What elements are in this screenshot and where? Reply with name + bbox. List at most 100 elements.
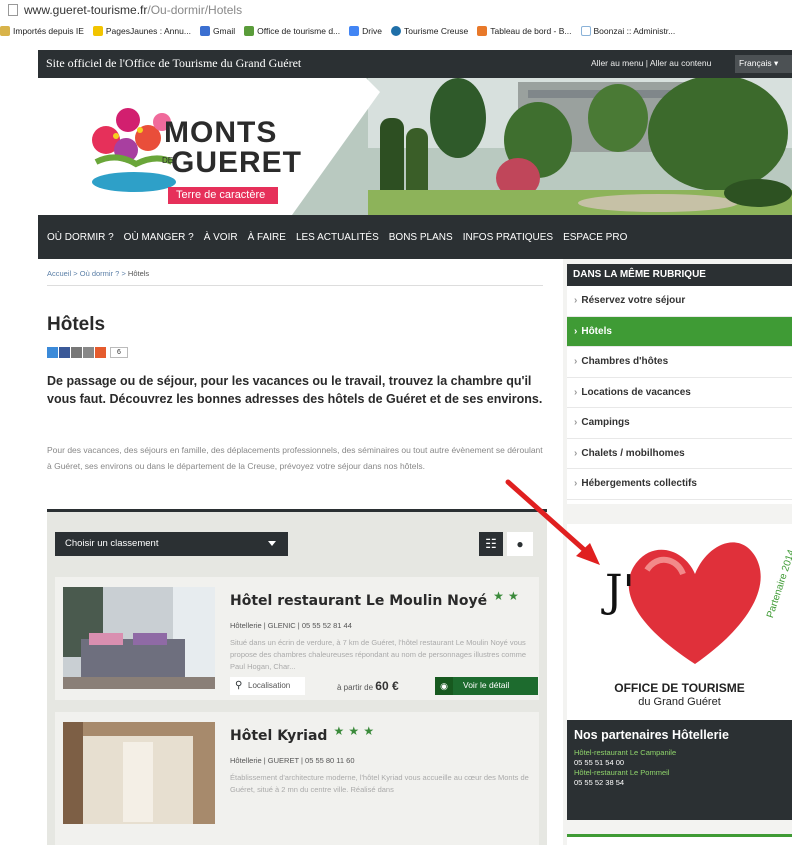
promo-j: J' (605, 566, 635, 617)
sidebar-item-reservez[interactable]: › Réservez votre séjour (567, 286, 792, 317)
nav-ou-dormir[interactable]: OÙ DORMIR ? (47, 232, 114, 243)
map-pin-icon[interactable]: ● (507, 532, 533, 556)
address-bar[interactable]: www.gueret-tourisme.fr/Ou-dormir/Hotels (0, 0, 792, 20)
hotel-meta: Hôtellerie | GUERET | 05 55 80 11 60 (230, 756, 355, 765)
url-domain: www.gueret-tourisme.fr (24, 3, 148, 17)
bookmarks-bar: Importés depuis IE PagesJaunes : Annu...… (0, 20, 792, 42)
share-plus-icon[interactable] (95, 347, 106, 358)
nav-infos-pratiques[interactable]: INFOS PRATIQUES (463, 232, 553, 243)
language-select[interactable]: Français ▾ (735, 55, 792, 73)
partner-name[interactable]: Hôtel-restaurant Le Pommeil (574, 768, 785, 778)
page-content: Accueil > Où dormir ? > Hôtels Hôtels 6 … (38, 259, 792, 845)
bookmark-item[interactable]: Gmail (199, 26, 235, 36)
sidebar-item-chalets[interactable]: › Chalets / mobilhomes (567, 439, 792, 469)
bookmark-item[interactable]: Office de tourisme d... (244, 26, 340, 36)
description-text: Pour des vacances, des séjours en famill… (47, 445, 543, 471)
logo-tagline: Terre de caractère (168, 187, 278, 204)
eye-icon: ◉ (435, 677, 453, 695)
divider (47, 285, 543, 286)
page-icon (8, 4, 18, 16)
top-bar: Site officiel de l'Office de Tourisme du… (38, 50, 792, 78)
hotel-name[interactable]: Hôtel Kyriad ★ ★ ★ (230, 724, 374, 744)
partner-phone: 05 55 51 54 00 (574, 758, 625, 767)
url-path: /Ou-dormir/Hotels (147, 3, 243, 17)
nav-bons-plans[interactable]: BONS PLANS (389, 232, 453, 243)
print-icon[interactable] (71, 347, 82, 358)
bookmark-item[interactable]: PagesJaunes : Annu... (92, 26, 191, 36)
partner-name[interactable]: Hôtel-restaurant Le Campanile (574, 748, 785, 758)
sidebar-item-chambres[interactable]: › Chambres d'hôtes (567, 347, 792, 378)
partners-box: Nos partenaires Hôtellerie Hôtel-restaur… (567, 720, 792, 820)
share-buttons: 6 (47, 347, 129, 358)
bookmark-item[interactable]: Tableau de bord - B... (477, 26, 572, 36)
bookmark-item[interactable]: Tourisme Creuse (390, 26, 468, 36)
hotel-description: Établissement d'architecture moderne, l'… (230, 773, 529, 794)
gmail-icon (199, 26, 210, 36)
email-icon[interactable] (83, 347, 94, 358)
sidebar-item-locations[interactable]: › Locations de vacances (567, 378, 792, 408)
heart-icon (628, 542, 761, 664)
sidebar: DANS LA MÊME RUBRIQUE › Réservez votre sé… (563, 259, 792, 845)
view-detail-button[interactable]: ◉ Voir le détail (435, 677, 538, 695)
hotel-photo[interactable] (63, 722, 215, 824)
twitter-icon[interactable] (47, 347, 58, 358)
main-column: Accueil > Où dormir ? > Hôtels Hôtels 6 … (38, 259, 552, 845)
hotel-listing: Choisir un classement ☷ ● Hôtel restaura… (47, 509, 547, 845)
location-button[interactable]: ⚲ Localisation (230, 677, 305, 695)
page-icon (580, 26, 591, 36)
nav-espace-pro[interactable]: ESPACE PRO (563, 232, 627, 243)
map-pin-icon: ⚲ (235, 680, 243, 691)
nav-ou-manger[interactable]: OÙ MANGER ? (124, 232, 194, 243)
lead-text: De passage ou de séjour, pour les vacanc… (47, 374, 543, 406)
site-tagline: Site officiel de l'Office de Tourisme du… (46, 56, 302, 70)
sidebar-item-hotels[interactable]: › Hôtels (567, 316, 792, 347)
logo-text-gueret: GUERET (171, 146, 303, 179)
sort-select[interactable]: Choisir un classement (55, 532, 288, 556)
hotel-name[interactable]: Hôtel restaurant Le Moulin Noyé ★ ★ (230, 589, 519, 609)
globe-icon (390, 26, 401, 36)
bookmark-item[interactable]: Boonzai :: Administr... (580, 26, 675, 36)
hotel-photo[interactable] (63, 587, 215, 689)
sidebar-item-hebergements[interactable]: › Hébergements collectifs (567, 469, 792, 500)
partner-promo[interactable]: J' Partenaire 2014 OFFICE DE TOURISME du… (567, 524, 792, 720)
folder-icon (0, 26, 10, 36)
bookmark-item[interactable]: Drive (349, 26, 382, 36)
dashboard-icon (477, 26, 488, 36)
hotel-meta: Hôtellerie | GLENIC | 05 55 52 81 44 (230, 621, 352, 630)
nav-a-faire[interactable]: À FAIRE (248, 232, 286, 243)
drive-icon (349, 26, 360, 36)
share-count: 6 (110, 347, 128, 358)
bookmark-icon (92, 26, 103, 36)
star-rating: ★ ★ ★ (333, 724, 375, 738)
facebook-icon[interactable] (59, 347, 70, 358)
bookmark-item[interactable]: Importés depuis IE (0, 26, 84, 36)
breadcrumb-section[interactable]: Où dormir ? (80, 269, 120, 278)
hotel-card[interactable]: Hôtel restaurant Le Moulin Noyé ★ ★ Hôtel… (55, 577, 539, 700)
sidebar-next-box (567, 834, 792, 845)
breadcrumb: Accueil > Où dormir ? > Hôtels (47, 269, 150, 278)
skip-links[interactable]: Aller au menu | Aller au contenu (591, 58, 711, 68)
bookmark-icon (244, 26, 255, 36)
star-rating: ★ ★ (493, 589, 519, 603)
logo-text-monts: MONTS (164, 116, 278, 149)
breadcrumb-current: Hôtels (127, 269, 150, 278)
website: Site officiel de l'Office de Tourisme du… (38, 50, 792, 845)
sidebar-menu: DANS LA MÊME RUBRIQUE › Réservez votre sé… (567, 264, 792, 504)
sidebar-heading: DANS LA MÊME RUBRIQUE (567, 264, 792, 286)
main-nav: OÙ DORMIR ? OÙ MANGER ? À VOIR À FAIRE L… (38, 215, 792, 259)
hotel-price: à partir de 60 € (337, 679, 399, 693)
breadcrumb-home[interactable]: Accueil (47, 269, 71, 278)
partner-phone: 05 55 52 38 54 (574, 778, 625, 787)
sidebar-item-campings[interactable]: › Campings (567, 408, 792, 439)
promo-office-line2: du Grand Guéret (638, 696, 721, 708)
promo-office-line1: OFFICE DE TOURISME (614, 681, 745, 695)
nav-actualites[interactable]: LES ACTUALITÉS (296, 232, 379, 243)
hotel-card[interactable]: Hôtel Kyriad ★ ★ ★ Hôtellerie | GUERET | … (55, 712, 539, 845)
chevron-down-icon (268, 541, 276, 546)
nav-a-voir[interactable]: À VOIR (204, 232, 238, 243)
partners-heading: Nos partenaires Hôtellerie (574, 728, 729, 742)
hotel-description: Situé dans un écrin de verdure, à 7 km d… (230, 638, 527, 671)
list-view-icon[interactable]: ☷ (479, 532, 503, 556)
page-title: Hôtels (47, 314, 106, 335)
site-header: MONTS DE GUERET Terre de caractère (38, 78, 792, 215)
